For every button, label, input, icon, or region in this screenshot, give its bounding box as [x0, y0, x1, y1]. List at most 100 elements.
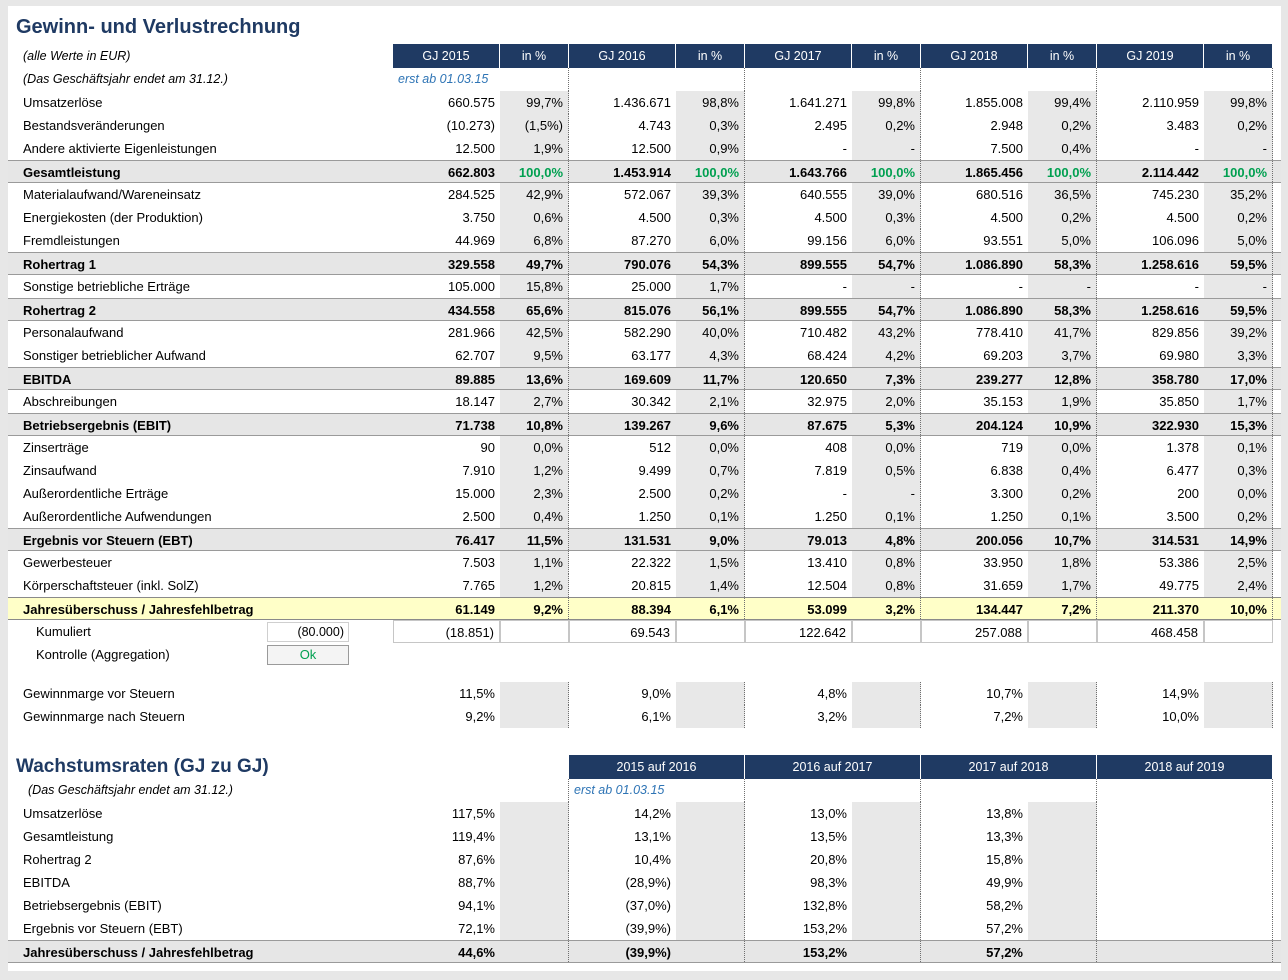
- cell-percent: 1,8%: [1028, 551, 1097, 574]
- row-label: EBITDA: [8, 368, 393, 389]
- row-label: Rohertrag 2: [8, 299, 393, 320]
- kumuliert-start-value: (80.000): [267, 622, 349, 642]
- cell-value: -: [921, 275, 1028, 298]
- note-erst-ab: erst ab 01.03.15: [393, 68, 500, 91]
- column-header: in %: [1204, 44, 1273, 68]
- cell-percent: 1,2%: [500, 574, 569, 597]
- cell-value: 98,3%: [745, 871, 852, 894]
- cell-value: 68.424: [745, 344, 852, 367]
- cell-value: 10,7%: [921, 682, 1028, 705]
- pnl-header-row: (alle Werte in EUR) GJ 2015in %GJ 2016in…: [8, 44, 1281, 68]
- cell-percent: 0,8%: [852, 574, 921, 597]
- worksheet: Gewinn- und Verlustrechnung (alle Werte …: [8, 6, 1281, 971]
- cell-value: -: [745, 482, 852, 505]
- cell-percent: [676, 705, 745, 728]
- cell-percent: [1028, 802, 1097, 825]
- cell-value: 899.555: [745, 299, 852, 320]
- cell-value: 662.803: [393, 161, 500, 182]
- cell-value: 122.642: [745, 620, 852, 643]
- cell-value: 358.780: [1097, 368, 1204, 389]
- cell-percent: 1,5%: [676, 551, 745, 574]
- kontrolle-row: Kontrolle (Aggregation) Ok: [8, 643, 1281, 666]
- cell-value: 1.641.271: [745, 91, 852, 114]
- cell-value: [393, 779, 500, 802]
- cell-percent: 1,9%: [500, 137, 569, 160]
- cell-value: 139.267: [569, 414, 676, 435]
- cell-value: 3.483: [1097, 114, 1204, 137]
- cell-value: 106.096: [1097, 229, 1204, 252]
- cell-percent: [1204, 871, 1273, 894]
- cell-percent: 0,0%: [1028, 436, 1097, 459]
- table-row: Ergebnis vor Steuern (EBT)72,1%(39,9%)15…: [8, 917, 1281, 940]
- cell-value: 204.124: [921, 414, 1028, 435]
- cell-value: 12.500: [569, 137, 676, 160]
- cell-percent: 99,7%: [500, 91, 569, 114]
- cell-value: 200: [1097, 482, 1204, 505]
- row-label: Gewinnmarge vor Steuern: [8, 682, 393, 705]
- table-row: Außerordentliche Erträge15.0002,3%2.5000…: [8, 482, 1281, 505]
- cell-percent: 65,6%: [500, 299, 569, 320]
- row-label: Jahresüberschuss / Jahresfehlbetrag: [8, 598, 393, 619]
- cell-value: 7.819: [745, 459, 852, 482]
- row-label: Energiekosten (der Produktion): [8, 206, 393, 229]
- cell-percent: [676, 825, 745, 848]
- cell-value: 200.056: [921, 529, 1028, 550]
- cell-percent: 2,1%: [676, 390, 745, 413]
- cell-value: 1.258.616: [1097, 253, 1204, 274]
- row-label: Außerordentliche Erträge: [8, 482, 393, 505]
- cell-value: 105.000: [393, 275, 500, 298]
- table-row: EBITDA88,7%(28,9%)98,3%49,9%: [8, 871, 1281, 894]
- cell-value: [1097, 871, 1204, 894]
- cell-percent: 0,1%: [1204, 436, 1273, 459]
- cell-percent: 0,7%: [676, 459, 745, 482]
- cell-value: (37,0%): [569, 894, 676, 917]
- cell-value: 582.290: [569, 321, 676, 344]
- cell-value: 25.000: [569, 275, 676, 298]
- cell-value: [1097, 941, 1204, 962]
- cell-percent: [500, 871, 569, 894]
- cell-percent: 17,0%: [1204, 368, 1273, 389]
- cell-percent: [676, 917, 745, 940]
- cell-percent: 15,3%: [1204, 414, 1273, 435]
- table-row: Gewerbesteuer7.5031,1%22.3221,5%13.4100,…: [8, 551, 1281, 574]
- cell-percent: 2,3%: [500, 482, 569, 505]
- cell-percent: 58,3%: [1028, 299, 1097, 320]
- cell-value: 120.650: [745, 368, 852, 389]
- cell-percent: 0,4%: [1028, 459, 1097, 482]
- cell-value: 7.910: [393, 459, 500, 482]
- cell-percent: 56,1%: [676, 299, 745, 320]
- cell-percent: [1028, 779, 1097, 802]
- cell-percent: 0,3%: [676, 114, 745, 137]
- page-title: Gewinn- und Verlustrechnung: [8, 10, 1281, 44]
- cell-value: 9,2%: [393, 705, 500, 728]
- cell-value: 1.250: [569, 505, 676, 528]
- cell-value: 131.531: [569, 529, 676, 550]
- cell-percent: 0,4%: [1028, 137, 1097, 160]
- cell-percent: [852, 917, 921, 940]
- cell-percent: 9,5%: [500, 344, 569, 367]
- cell-percent: 6,1%: [676, 598, 745, 619]
- cell-value: 169.609: [569, 368, 676, 389]
- cell-percent: 1,7%: [1028, 574, 1097, 597]
- cell-value: 7,2%: [921, 705, 1028, 728]
- cell-percent: 0,1%: [1028, 505, 1097, 528]
- cell-percent: -: [1028, 275, 1097, 298]
- cell-value: 87.270: [569, 229, 676, 252]
- units-note: (alle Werte in EUR): [8, 44, 393, 68]
- row-label: Umsatzerlöse: [8, 802, 393, 825]
- cell-percent: [1204, 705, 1273, 728]
- cell-percent: [852, 802, 921, 825]
- cell-percent: 0,0%: [500, 436, 569, 459]
- cell-percent: 7,3%: [852, 368, 921, 389]
- cell-value: 153,2%: [745, 917, 852, 940]
- cell-value: 57,2%: [921, 917, 1028, 940]
- cell-value: 13,8%: [921, 802, 1028, 825]
- cell-value: 31.659: [921, 574, 1028, 597]
- cell-value: 33.950: [921, 551, 1028, 574]
- cell-percent: 40,0%: [676, 321, 745, 344]
- cell-value: 2.500: [393, 505, 500, 528]
- cell-value: 4.743: [569, 114, 676, 137]
- row-label: Ergebnis vor Steuern (EBT): [8, 529, 393, 550]
- margin-row: Gewinnmarge nach Steuern9,2%6,1%3,2%7,2%…: [8, 705, 1281, 728]
- table-row: Zinserträge900,0%5120,0%4080,0%7190,0%1.…: [8, 436, 1281, 459]
